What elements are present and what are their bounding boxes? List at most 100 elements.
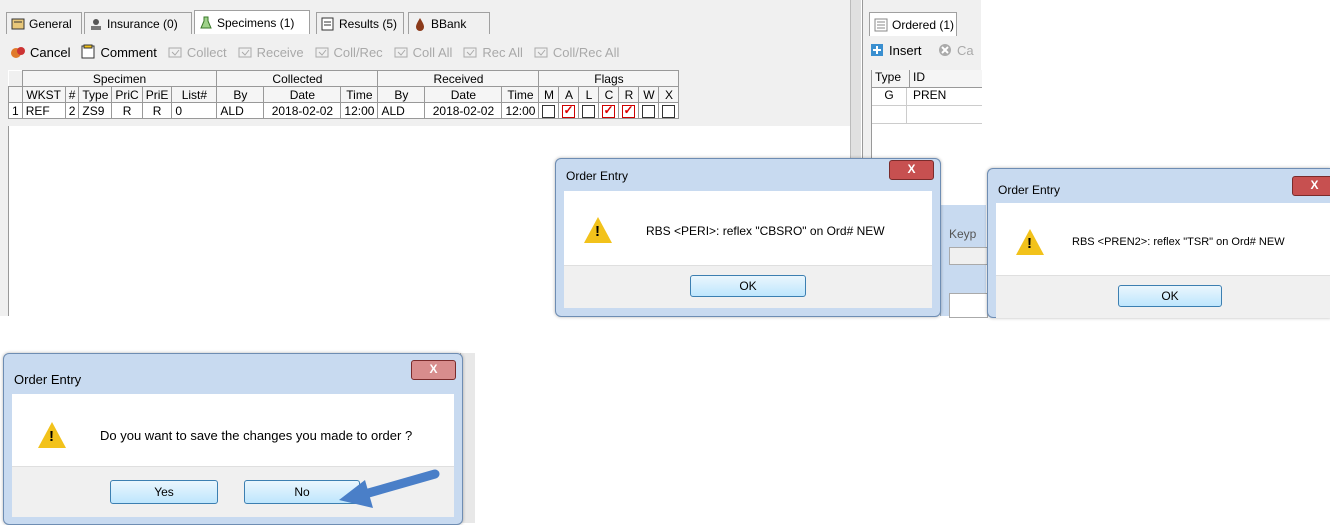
- close-icon: X: [1310, 178, 1319, 192]
- flag-a-cell: ✓: [558, 102, 580, 119]
- close-button[interactable]: X: [411, 360, 456, 380]
- partial-window-field: [949, 247, 988, 265]
- tab-general[interactable]: General: [6, 12, 82, 34]
- cell-num[interactable]: 2: [64, 102, 80, 119]
- column-header[interactable]: Type: [78, 86, 113, 103]
- tab-ordered[interactable]: Ordered (1): [869, 12, 957, 36]
- flag-x-checkbox[interactable]: [662, 104, 676, 118]
- tab-general-label: General: [29, 16, 72, 31]
- group-header-collected: Collected: [216, 70, 379, 87]
- specimen-grid: Specimen Collected Received Flags WKST #…: [8, 70, 680, 119]
- order-entry-dialog-1: Order Entry X ! RBS <PERI>: reflex "CBSR…: [555, 158, 941, 317]
- flag-c-checkbox[interactable]: ✓: [602, 102, 616, 118]
- coll-all-icon: [393, 44, 409, 60]
- column-header[interactable]: R: [618, 86, 640, 103]
- cell-type[interactable]: ZS9: [78, 102, 113, 119]
- close-button[interactable]: X: [1292, 176, 1330, 196]
- coll-all-button[interactable]: Coll All: [393, 44, 452, 60]
- rec-all-button[interactable]: Rec All: [462, 44, 523, 60]
- dialog-message: Do you want to save the changes you made…: [100, 428, 413, 443]
- flag-c-cell: ✓: [598, 102, 620, 119]
- column-header[interactable]: L: [578, 86, 600, 103]
- column-header[interactable]: By: [377, 86, 426, 103]
- column-header[interactable]: Time: [501, 86, 540, 103]
- flag-r-checkbox[interactable]: ✓: [622, 102, 636, 118]
- cell-rec-time[interactable]: 12:00: [501, 102, 540, 119]
- tab-bbank[interactable]: BBank: [408, 12, 490, 34]
- group-header-specimen: Specimen: [21, 70, 218, 87]
- ordered-header: Type ID: [872, 70, 982, 88]
- partial-window: Keyp: [940, 205, 988, 318]
- cancel-order-button[interactable]: Ca: [937, 42, 974, 58]
- close-icon: X: [907, 162, 916, 176]
- cell-rec-by[interactable]: ALD: [377, 102, 426, 119]
- ordered-cell-type[interactable]: G: [872, 88, 907, 105]
- tab-specimens[interactable]: Specimens (1): [194, 10, 310, 34]
- column-header[interactable]: C: [598, 86, 620, 103]
- comment-button[interactable]: Comment: [80, 44, 157, 60]
- yes-button[interactable]: Yes: [110, 480, 218, 504]
- table-row[interactable]: 1 REF 2 ZS9 R R 0 ALD 2018-02-02 12:00 A…: [8, 102, 680, 119]
- cell-coll-by[interactable]: ALD: [216, 102, 265, 119]
- rec-all-label: Rec All: [482, 44, 523, 60]
- column-header[interactable]: PriC: [111, 86, 143, 103]
- tab-results[interactable]: Results (5): [316, 12, 404, 34]
- corner-cell: [8, 70, 23, 87]
- cancel-button[interactable]: Cancel: [10, 44, 70, 60]
- specimen-toolbar: Cancel Comment Collect Receive Coll/Rec …: [0, 40, 760, 64]
- column-header[interactable]: X: [658, 86, 680, 103]
- ordered-col-type[interactable]: Type: [872, 70, 910, 87]
- column-header[interactable]: Time: [340, 86, 379, 103]
- ok-button[interactable]: OK: [1118, 285, 1222, 307]
- flag-w-cell: [638, 102, 660, 119]
- column-header[interactable]: List#: [171, 86, 218, 103]
- cell-coll-date[interactable]: 2018-02-02: [263, 102, 342, 119]
- coll-rec-all-button[interactable]: Coll/Rec All: [533, 44, 619, 60]
- column-header[interactable]: W: [638, 86, 660, 103]
- ordered-col-id[interactable]: ID: [910, 70, 925, 87]
- cell-coll-time[interactable]: 12:00: [340, 102, 379, 119]
- cell-rec-date[interactable]: 2018-02-02: [424, 102, 503, 119]
- column-header[interactable]: Date: [424, 86, 503, 103]
- close-button[interactable]: X: [889, 160, 934, 180]
- cell-pric[interactable]: R: [111, 102, 143, 119]
- cancel-icon: [10, 44, 26, 60]
- column-header[interactable]: M: [538, 86, 560, 103]
- coll-rec-all-icon: [533, 44, 549, 60]
- column-header[interactable]: Date: [263, 86, 342, 103]
- order-entry-dialog-2: Order Entry X ! RBS <PREN2>: reflex "TSR…: [987, 168, 1330, 318]
- checkmark-icon: ✓: [623, 102, 634, 117]
- cell-prie[interactable]: R: [141, 102, 173, 119]
- flag-a-checkbox[interactable]: ✓: [562, 103, 576, 118]
- receive-button[interactable]: Receive: [237, 44, 304, 60]
- blood-drop-icon: [413, 17, 427, 31]
- dialog-message: RBS <PREN2>: reflex "TSR" on Ord# NEW: [1072, 236, 1285, 248]
- tab-insurance[interactable]: Insurance (0): [84, 12, 192, 34]
- checkmark-icon: ✓: [603, 102, 614, 117]
- flag-r-cell: ✓: [618, 102, 640, 119]
- table-row[interactable]: G PREN: [872, 88, 982, 106]
- flag-w-checkbox[interactable]: [642, 104, 656, 118]
- general-icon: [11, 17, 25, 31]
- ordered-cell-type[interactable]: [872, 106, 907, 123]
- ok-button[interactable]: OK: [690, 275, 806, 297]
- collect-button[interactable]: Collect: [167, 44, 227, 60]
- dialog-body: ! Do you want to save the changes you ma…: [12, 394, 454, 466]
- dialog-footer: OK: [996, 275, 1330, 318]
- cell-list[interactable]: 0: [171, 102, 218, 119]
- cell-wkst[interactable]: REF: [21, 102, 66, 119]
- column-header[interactable]: By: [216, 86, 265, 103]
- column-header[interactable]: PriE: [141, 86, 173, 103]
- coll-rec-button[interactable]: Coll/Rec: [314, 44, 383, 60]
- insert-label: Insert: [889, 42, 922, 58]
- ordered-cell-id[interactable]: PREN: [907, 88, 946, 105]
- flag-l-checkbox[interactable]: [582, 104, 596, 118]
- table-row[interactable]: [872, 106, 982, 124]
- column-header[interactable]: WKST: [21, 86, 66, 103]
- group-header-received: Received: [377, 70, 540, 87]
- column-header[interactable]: #: [64, 86, 80, 103]
- flag-m-cell: [538, 102, 560, 119]
- column-header[interactable]: A: [558, 86, 580, 103]
- insert-button[interactable]: Insert: [869, 42, 922, 58]
- flag-m-checkbox[interactable]: [542, 104, 556, 118]
